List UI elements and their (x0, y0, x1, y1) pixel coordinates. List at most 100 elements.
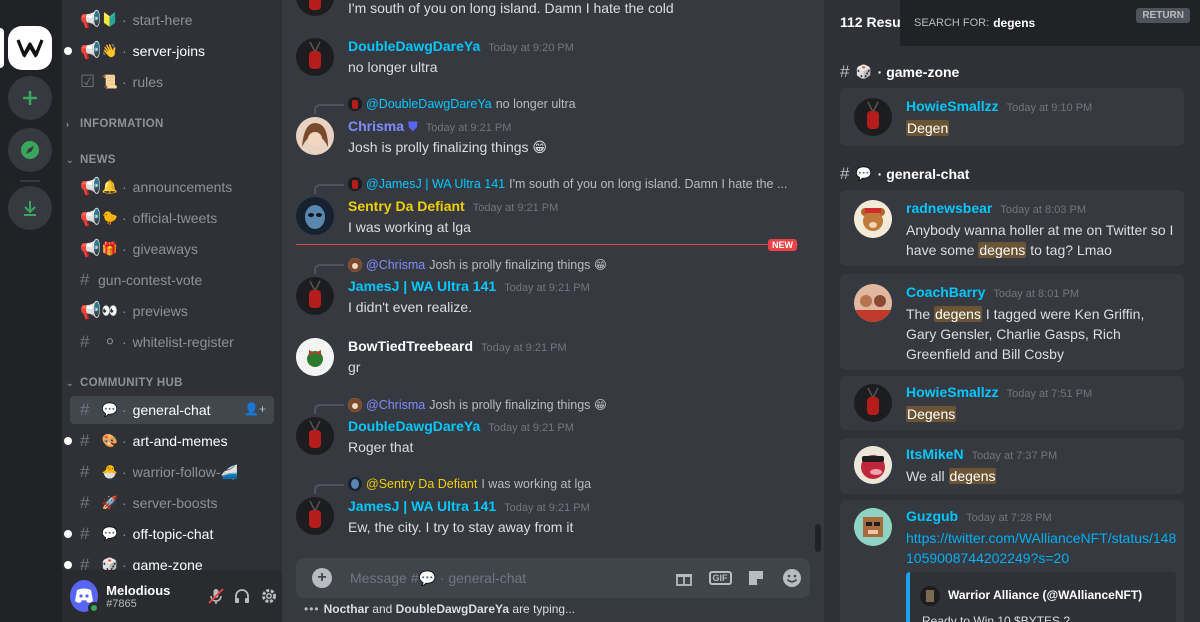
user-names: Melodious #7865 (106, 583, 203, 610)
category-news[interactable]: ⌄ NEWS (66, 154, 116, 166)
search-result[interactable]: Guzgub Today at 7:28 PM https://twitter.… (840, 500, 1184, 622)
channel-off-topic-chat[interactable]: # 💬 · off-topic-chat (64, 520, 274, 548)
hash-icon: # (840, 62, 850, 81)
user-tag: #7865 (106, 597, 137, 610)
search-result[interactable]: radnewsbear Today at 8:03 PM Anybody wan… (840, 190, 1184, 266)
deafen-button[interactable] (229, 581, 255, 611)
server-wa[interactable] (8, 26, 52, 70)
author-name[interactable]: JamesJ | WA Ultra 141 (348, 498, 496, 514)
add-server-button[interactable] (8, 76, 52, 120)
reply-reference[interactable]: @DoubleDawgDareYa no longer ultra (348, 97, 576, 111)
message: @Chrisma Josh is prolly finalizing thing… (296, 396, 806, 458)
hash-icon: # (840, 164, 850, 183)
author-avatar[interactable] (296, 0, 334, 16)
upload-plus-button[interactable]: + (312, 568, 332, 588)
category-information[interactable]: › INFORMATION (66, 118, 164, 130)
microphone-muted-icon (208, 588, 224, 604)
author-avatar[interactable] (296, 117, 334, 155)
result-group-general-chat[interactable]: # 💬 · general-chat (840, 164, 969, 184)
tweet-link[interactable]: https://twitter.com/WAllianceNFT/status/… (906, 530, 1176, 566)
reply-reference[interactable]: @JamesJ | WA Ultra 141 I'm south of you … (348, 177, 787, 191)
typing-user: DoubleDawgDareYa (395, 602, 510, 616)
channel-announcements[interactable]: 📢 🔔 · announcements (70, 173, 274, 201)
chat-area: I'm south of you on long island. Damn I … (282, 0, 824, 622)
reply-author: @Sentry Da Defiant (366, 477, 478, 491)
author-avatar[interactable] (296, 277, 334, 315)
explore-servers-button[interactable] (8, 128, 52, 172)
reply-reference[interactable]: @Sentry Da Defiant I was working at lga (348, 477, 591, 491)
message-input[interactable]: Message #💬 · general-chat (350, 570, 666, 587)
typing-indicator: ••• Nocthar and DoubleDawgDareYa are typi… (304, 602, 576, 616)
search-highlight: degens (978, 242, 1027, 258)
author-avatar[interactable] (296, 197, 334, 235)
scrollbar-thumb[interactable] (815, 524, 821, 552)
create-invite-icon[interactable]: 👤+ (244, 402, 266, 416)
reply-reference[interactable]: @Chrisma Josh is prolly finalizing thing… (348, 397, 607, 412)
author-name[interactable]: BowTiedTreebeard (348, 338, 473, 354)
search-highlight: Degen (906, 120, 950, 136)
message-text: Roger that (348, 439, 414, 455)
channel-warrior-follow[interactable]: # 🐣 · warrior-follow-🚄 (70, 458, 274, 486)
user-settings-button[interactable] (256, 581, 282, 611)
channel-emoji: 🔰 (101, 12, 119, 27)
shield-badge-icon: ⛊ (408, 119, 418, 134)
channel-server-joins[interactable]: 📢 👋 · server-joins (64, 37, 274, 65)
author-name[interactable]: Chrisma (348, 118, 404, 134)
wa-logo-icon (16, 39, 44, 58)
author-name[interactable]: Sentry Da Defiant (348, 198, 465, 214)
bear-avatar-icon (854, 200, 892, 238)
reply-author: @JamesJ | WA Ultra 141 (366, 177, 506, 191)
search-result[interactable]: ItsMikeN Today at 7:37 PM We all degens (840, 438, 1184, 494)
channel-whitelist-register[interactable]: # ⚪ · whitelist-register (70, 328, 274, 356)
author-name[interactable]: DoubleDawgDareYa (348, 38, 480, 54)
author-avatar[interactable] (296, 338, 334, 376)
reply-author: @Chrisma (366, 257, 426, 272)
channel-official-tweets[interactable]: 📢 🐤 · official-tweets (70, 204, 274, 232)
result-body: Degens (906, 404, 1178, 424)
result-group-game-zone[interactable]: # 🎲 · game-zone (840, 62, 959, 82)
channel-rules[interactable]: ☑ 📜 · rules (70, 68, 274, 96)
twitter-embed[interactable]: Warrior Alliance (@WAllianceNFT) Ready t… (906, 572, 1176, 622)
channel-art-and-memes[interactable]: # 🎨 · art-and-memes (64, 427, 274, 455)
gif-button[interactable]: GIF (702, 564, 738, 592)
channel-label: official-tweets (132, 210, 218, 226)
channel-label: general-chat (132, 402, 211, 418)
search-result[interactable]: HowieSmallzz Today at 9:10 PM Degen (840, 88, 1184, 146)
channel-general-chat[interactable]: # 💬 · general-chat 👤+ (70, 396, 274, 424)
author-name[interactable]: DoubleDawgDareYa (348, 418, 480, 434)
gift-icon (676, 574, 692, 586)
timestamp: Today at 9:21 PM (504, 282, 590, 294)
user-avatar[interactable] (70, 580, 101, 614)
channel-emoji: 💬 (101, 402, 119, 417)
author-avatar[interactable] (296, 417, 334, 455)
emoji-button[interactable] (774, 564, 810, 592)
chat-scrollbar[interactable] (814, 0, 822, 622)
typing-user: Nocthar (323, 602, 369, 616)
return-button[interactable]: RETURN (1136, 8, 1190, 23)
category-community-hub[interactable]: ⌄ COMMUNITY HUB (66, 377, 183, 389)
author-name: ItsMikeN (906, 446, 964, 462)
sticker-button[interactable] (738, 564, 774, 592)
channel-previews[interactable]: 📢 👀 · previews (70, 297, 274, 325)
embed-avatar (920, 586, 940, 606)
author-avatar[interactable] (296, 38, 334, 76)
chevron-down-icon: ⌄ (66, 377, 74, 388)
unread-indicator (64, 530, 72, 538)
author-avatar[interactable] (296, 497, 334, 535)
mute-button[interactable] (203, 581, 229, 611)
channel-giveaways[interactable]: 📢 🎁 · giveaways (70, 235, 274, 263)
reply-text: I was working at lga (481, 477, 592, 491)
download-apps-button[interactable] (8, 186, 52, 230)
reply-reference[interactable]: @Chrisma Josh is prolly finalizing thing… (348, 257, 607, 272)
gift-button[interactable] (666, 564, 702, 592)
search-highlight: degens (948, 468, 997, 484)
search-result[interactable]: HowieSmallzz Today at 7:51 PM Degens (840, 376, 1184, 430)
channel-server-boosts[interactable]: # 🚀 · server-boosts (70, 489, 274, 517)
unread-indicator (64, 561, 72, 569)
channel-gun-contest-vote[interactable]: # gun-contest-vote (70, 266, 274, 294)
channel-start-here[interactable]: 📢 🔰 · start-here (70, 6, 274, 34)
author-name[interactable]: JamesJ | WA Ultra 141 (348, 278, 496, 294)
download-icon (24, 201, 36, 216)
search-result[interactable]: CoachBarry Today at 8:01 PM The degens I… (840, 274, 1184, 370)
channel-label: server-joins (132, 43, 206, 59)
